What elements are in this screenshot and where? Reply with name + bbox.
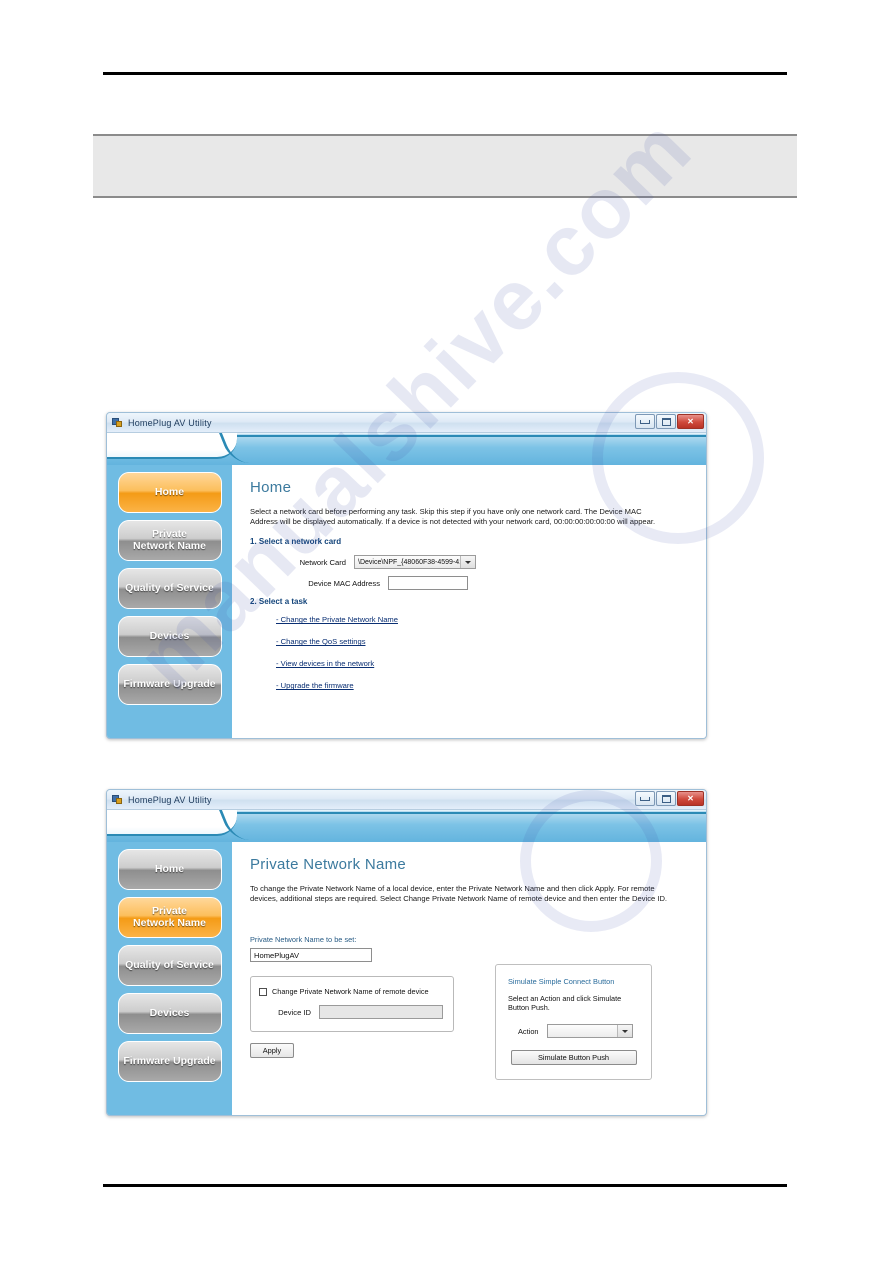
panel-description: Select an Action and click Simulate Butt… [508,994,622,1013]
step-1-label: 1. Select a network card [250,537,342,547]
banner-white-tab [107,433,237,459]
task-link-upgrade-firmware[interactable]: - Upgrade the firmware [276,681,706,690]
action-select[interactable] [546,1024,633,1039]
window-banner [107,810,706,842]
sidebar-item-private-network-name[interactable]: Private Network Name [117,520,222,561]
banner-topline [235,435,706,437]
page-title: Home [250,479,292,496]
intro-paragraph: To change the Private Network Name of a … [250,884,668,903]
chevron-down-icon[interactable] [460,556,475,569]
window-controls[interactable]: ✕ [635,414,704,429]
private-network-name-label: Private Network Name to be set: [250,935,357,944]
private-network-name-input[interactable]: HomePlugAV [250,948,372,962]
device-id-row: Device ID [259,1005,445,1019]
sidebar-item-home[interactable]: Home [117,849,222,890]
chevron-down-icon[interactable] [616,1025,632,1038]
sidebar-item-home[interactable]: Home [117,472,222,513]
sidebar-item-label: Home [154,485,185,498]
sidebar-item-label: Home [154,862,185,875]
app-icon [112,417,123,428]
main-content: Home Select a network card before perfor… [232,465,706,738]
window-title: HomePlug AV Utility [128,794,212,805]
footer-rule [103,1184,787,1187]
intro-paragraph: Select a network card before performing … [250,507,656,526]
private-network-name-section: Private Network Name to be set: HomePlug… [250,935,468,1058]
sidebar-item-devices[interactable]: Devices [117,616,222,657]
homeplug-utility-window-home[interactable]: HomePlug AV Utility ✕ Home Private Netwo… [106,412,707,739]
window-titlebar[interactable]: HomePlug AV Utility ✕ [107,413,706,433]
checkbox-icon[interactable] [259,987,267,996]
minimize-button[interactable] [635,414,655,429]
network-card-value: \Device\NPF_{48060F38-4599-41F… [358,558,475,566]
main-content: Private Network Name To change the Priva… [232,842,706,1115]
action-label: Action [518,1026,539,1036]
remote-checkbox-label: Change Private Network Name of remote de… [272,987,429,996]
sidebar-item-quality-of-service[interactable]: Quality of Service [117,945,222,986]
close-button[interactable]: ✕ [677,791,704,806]
banner-topline [235,812,706,814]
banner-white-tab [107,810,237,836]
sidebar-item-label: Quality of Service [125,581,214,594]
task-link-change-private-network-name[interactable]: - Change the Private Network Name [276,615,706,624]
window-body: Home Private Network Name Quality of Ser… [107,842,706,1115]
window-controls[interactable]: ✕ [635,791,704,806]
sidebar-item-label: Private Network Name [133,528,206,552]
minimize-button[interactable] [635,791,655,806]
close-button[interactable]: ✕ [677,414,704,429]
sidebar-item-label: Firmware Upgrade [123,1054,216,1067]
window-banner [107,433,706,465]
panel-title: Simulate Simple Connect Button [508,977,615,986]
device-id-field[interactable] [319,1005,443,1019]
sidebar-item-label: Devices [149,629,190,642]
window-titlebar[interactable]: HomePlug AV Utility ✕ [107,790,706,810]
maximize-button[interactable] [656,791,676,806]
network-card-label: Network Card [299,557,346,567]
sidebar-item-quality-of-service[interactable]: Quality of Service [117,568,222,609]
sidebar-nav: Home Private Network Name Quality of Ser… [107,465,232,738]
step-2-label: 2. Select a task [250,597,308,607]
page-title: Private Network Name [250,856,407,873]
apply-button[interactable]: Apply [250,1043,294,1058]
banner-swoosh-icon [218,433,281,463]
banner-swoosh-icon [218,810,281,840]
network-card-select[interactable]: \Device\NPF_{48060F38-4599-41F… [354,555,476,570]
homeplug-utility-window-private-network-name[interactable]: HomePlug AV Utility ✕ Home Private Netwo… [106,789,707,1116]
task-link-view-devices[interactable]: - View devices in the network [276,659,706,668]
simulate-simple-connect-panel: Simulate Simple Connect Button Select an… [495,964,652,1081]
sidebar-item-label: Private Network Name [133,905,206,929]
maximize-button[interactable] [656,414,676,429]
device-id-label: Device ID [278,1007,311,1017]
app-icon [112,794,123,805]
window-title: HomePlug AV Utility [128,417,212,428]
remote-checkbox-row[interactable]: Change Private Network Name of remote de… [259,987,445,996]
header-box [93,134,797,198]
mac-address-row: Device MAC Address [250,576,706,591]
header-rule [103,72,787,75]
sidebar-item-label: Quality of Service [125,958,214,971]
sidebar-nav: Home Private Network Name Quality of Ser… [107,842,232,1115]
header-box-text [93,136,797,196]
window-body: Home Private Network Name Quality of Ser… [107,465,706,738]
sidebar-item-firmware-upgrade[interactable]: Firmware Upgrade [117,1041,222,1082]
action-row: Action [508,1024,639,1039]
sidebar-item-firmware-upgrade[interactable]: Firmware Upgrade [117,664,222,705]
sidebar-item-label: Firmware Upgrade [123,677,216,690]
task-link-change-qos-settings[interactable]: - Change the QoS settings [276,637,706,646]
sidebar-item-devices[interactable]: Devices [117,993,222,1034]
network-card-row: Network Card \Device\NPF_{48060F38-4599-… [250,555,706,570]
sidebar-item-private-network-name[interactable]: Private Network Name [117,897,222,938]
task-link-list: - Change the Private Network Name - Chan… [250,615,706,690]
mac-address-field[interactable] [388,576,468,591]
simulate-button-push-button[interactable]: Simulate Button Push [510,1050,637,1066]
sidebar-item-label: Devices [149,1006,190,1019]
remote-device-group: Change Private Network Name of remote de… [250,976,454,1032]
mac-address-label: Device MAC Address [308,578,380,588]
